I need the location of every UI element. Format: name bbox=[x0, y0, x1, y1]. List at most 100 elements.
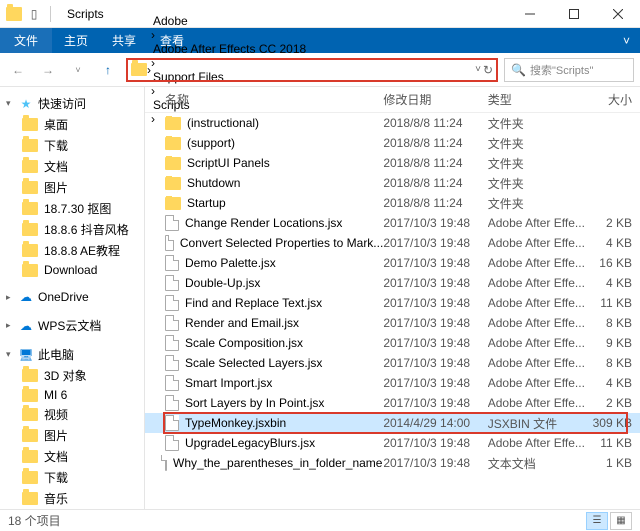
sidebar-item[interactable]: Download bbox=[0, 261, 144, 279]
minimize-button[interactable] bbox=[508, 0, 552, 28]
tab-share[interactable]: 共享 bbox=[100, 28, 148, 53]
file-name: UpgradeLegacyBlurs.jsx bbox=[185, 436, 315, 450]
column-headers[interactable]: 名称 修改日期 类型 大小 bbox=[145, 87, 640, 113]
sidebar-item[interactable]: MI 6 bbox=[0, 386, 144, 404]
close-button[interactable] bbox=[596, 0, 640, 28]
table-row[interactable]: (support)2018/8/8 11:24文件夹 bbox=[145, 133, 640, 153]
col-name[interactable]: 名称 bbox=[145, 91, 383, 108]
chevron-down-icon[interactable]: ˅ bbox=[475, 64, 481, 75]
nav-up-button[interactable]: ↑ bbox=[96, 58, 120, 82]
sidebar-item[interactable]: 文档 bbox=[0, 446, 144, 467]
sidebar-item[interactable]: 下载 bbox=[0, 135, 144, 156]
chevron-right-icon[interactable]: › bbox=[151, 56, 155, 70]
address-bar: ← → ˅ ↑ › Adobe›Adobe After Effects CC 2… bbox=[0, 53, 640, 87]
file-name: ScriptUI Panels bbox=[187, 156, 270, 170]
nav-forward-button[interactable]: → bbox=[36, 58, 60, 82]
folder-icon bbox=[165, 137, 181, 150]
table-row[interactable]: Shutdown2018/8/8 11:24文件夹 bbox=[145, 173, 640, 193]
file-name: (instructional) bbox=[187, 116, 259, 130]
table-row[interactable]: Find and Replace Text.jsx2017/10/3 19:48… bbox=[145, 293, 640, 313]
file-size: 4 KB bbox=[587, 376, 640, 390]
file-type: Adobe After Effe... bbox=[488, 296, 588, 310]
maximize-button[interactable] bbox=[552, 0, 596, 28]
table-row[interactable]: UpgradeLegacyBlurs.jsx 2017/10/3 19:48Ado… bbox=[145, 433, 640, 453]
folder-icon bbox=[22, 202, 38, 215]
folder-icon bbox=[22, 408, 38, 421]
folder-icon bbox=[22, 264, 38, 277]
table-row[interactable]: Render and Email.jsx2017/10/3 19:48Adobe… bbox=[145, 313, 640, 333]
col-type[interactable]: 类型 bbox=[488, 91, 588, 108]
navigation-sidebar[interactable]: ▾★ 快速访问 桌面下载文档图片18.7.30 抠图18.8.6 抖音风格18.… bbox=[0, 87, 145, 509]
table-row[interactable]: Convert Selected Properties to Mark...20… bbox=[145, 233, 640, 253]
file-size: 2 KB bbox=[587, 216, 640, 230]
chevron-right-icon[interactable]: › bbox=[151, 28, 155, 42]
sidebar-item[interactable]: 文档 bbox=[0, 156, 144, 177]
nav-back-button[interactable]: ← bbox=[6, 58, 30, 82]
file-date: 2018/8/8 11:24 bbox=[383, 136, 487, 150]
breadcrumb-segment[interactable]: Support Files bbox=[151, 70, 308, 84]
sidebar-onedrive[interactable]: ▸☁ OneDrive bbox=[0, 287, 144, 307]
sidebar-item[interactable]: 下载 bbox=[0, 467, 144, 488]
sidebar-item[interactable]: 18.7.30 抠图 bbox=[0, 198, 144, 219]
table-row[interactable]: Double-Up.jsx2017/10/3 19:48Adobe After … bbox=[145, 273, 640, 293]
sidebar-quick-access[interactable]: ▾★ 快速访问 bbox=[0, 93, 144, 114]
folder-icon bbox=[131, 63, 147, 76]
sidebar-item[interactable]: 3D 对象 bbox=[0, 365, 144, 386]
sidebar-item[interactable]: 18.8.8 AE教程 bbox=[0, 240, 144, 261]
file-date: 2017/10/3 19:48 bbox=[383, 436, 487, 450]
sidebar-wps[interactable]: ▸☁ WPS云文档 bbox=[0, 315, 144, 336]
view-icons-button[interactable]: ▦ bbox=[610, 512, 632, 530]
file-type: 文件夹 bbox=[488, 175, 588, 192]
file-type: Adobe After Effe... bbox=[488, 316, 588, 330]
cloud-icon: ☁ bbox=[18, 318, 34, 334]
table-row[interactable]: (instructional)2018/8/8 11:24文件夹 bbox=[145, 113, 640, 133]
folder-icon bbox=[22, 450, 38, 463]
table-row[interactable]: Demo Palette.jsx2017/10/3 19:48Adobe Aft… bbox=[145, 253, 640, 273]
search-input[interactable]: 🔍 搜索"Scripts" bbox=[504, 58, 634, 82]
file-date: 2018/8/8 11:24 bbox=[383, 116, 487, 130]
nav-recent-icon[interactable]: ˅ bbox=[66, 58, 90, 82]
view-details-button[interactable]: ☰ bbox=[586, 512, 608, 530]
sidebar-item[interactable]: 图片 bbox=[0, 425, 144, 446]
sidebar-item[interactable]: 音乐 bbox=[0, 488, 144, 509]
breadcrumb-segment[interactable]: Adobe After Effects CC 2018 bbox=[151, 42, 308, 56]
sidebar-item[interactable]: 图片 bbox=[0, 177, 144, 198]
sidebar-item[interactable]: 桌面 bbox=[0, 114, 144, 135]
file-type: Adobe After Effe... bbox=[488, 436, 588, 450]
file-date: 2017/10/3 19:48 bbox=[383, 336, 487, 350]
file-name: Scale Composition.jsx bbox=[185, 336, 303, 350]
tab-home[interactable]: 主页 bbox=[52, 28, 100, 53]
tab-file[interactable]: 文件 bbox=[0, 28, 52, 53]
file-size: 16 KB bbox=[587, 256, 640, 270]
folder-icon bbox=[22, 181, 38, 194]
col-size[interactable]: 大小 bbox=[587, 91, 640, 108]
table-row[interactable]: ScriptUI Panels2018/8/8 11:24文件夹 bbox=[145, 153, 640, 173]
col-date[interactable]: 修改日期 bbox=[383, 91, 487, 108]
table-row[interactable]: TypeMonkey.jsxbin2014/4/29 14:00JSXBIN 文… bbox=[145, 413, 640, 433]
table-row[interactable]: Why_the_parentheses_in_folder_name...201… bbox=[145, 453, 640, 473]
file-type: 文本文档 bbox=[488, 455, 588, 472]
table-row[interactable]: Change Render Locations.jsx2017/10/3 19:… bbox=[145, 213, 640, 233]
file-icon bbox=[165, 315, 179, 331]
file-type: 文件夹 bbox=[488, 135, 588, 152]
table-row[interactable]: Smart Import.jsx2017/10/3 19:48Adobe Aft… bbox=[145, 373, 640, 393]
breadcrumb-segment[interactable]: Adobe bbox=[151, 14, 308, 28]
file-name: Change Render Locations.jsx bbox=[185, 216, 342, 230]
sidebar-this-pc[interactable]: ▾🖥 此电脑 bbox=[0, 344, 144, 365]
file-date: 2018/8/8 11:24 bbox=[383, 176, 487, 190]
refresh-icon[interactable]: ↻ bbox=[483, 63, 493, 77]
file-list[interactable]: 名称 修改日期 类型 大小 (instructional) 2018/8/8 11… bbox=[145, 87, 640, 509]
breadcrumb[interactable]: › Adobe›Adobe After Effects CC 2018›Supp… bbox=[126, 58, 498, 82]
table-row[interactable]: Startup2018/8/8 11:24文件夹 bbox=[145, 193, 640, 213]
cloud-icon: ☁ bbox=[18, 289, 34, 305]
sidebar-item[interactable]: 18.8.6 抖音风格 bbox=[0, 219, 144, 240]
qat-icon[interactable]: ▯ bbox=[26, 6, 42, 22]
file-name: Convert Selected Properties to Mark... bbox=[180, 236, 383, 250]
table-row[interactable]: Sort Layers by In Point.jsx2017/10/3 19:… bbox=[145, 393, 640, 413]
file-date: 2017/10/3 19:48 bbox=[383, 316, 487, 330]
table-row[interactable]: Scale Selected Layers.jsx2017/10/3 19:48… bbox=[145, 353, 640, 373]
file-icon bbox=[165, 375, 179, 391]
ribbon-expand-icon[interactable]: ˅ bbox=[613, 28, 640, 53]
table-row[interactable]: Scale Composition.jsx2017/10/3 19:48Adob… bbox=[145, 333, 640, 353]
sidebar-item[interactable]: 视频 bbox=[0, 404, 144, 425]
